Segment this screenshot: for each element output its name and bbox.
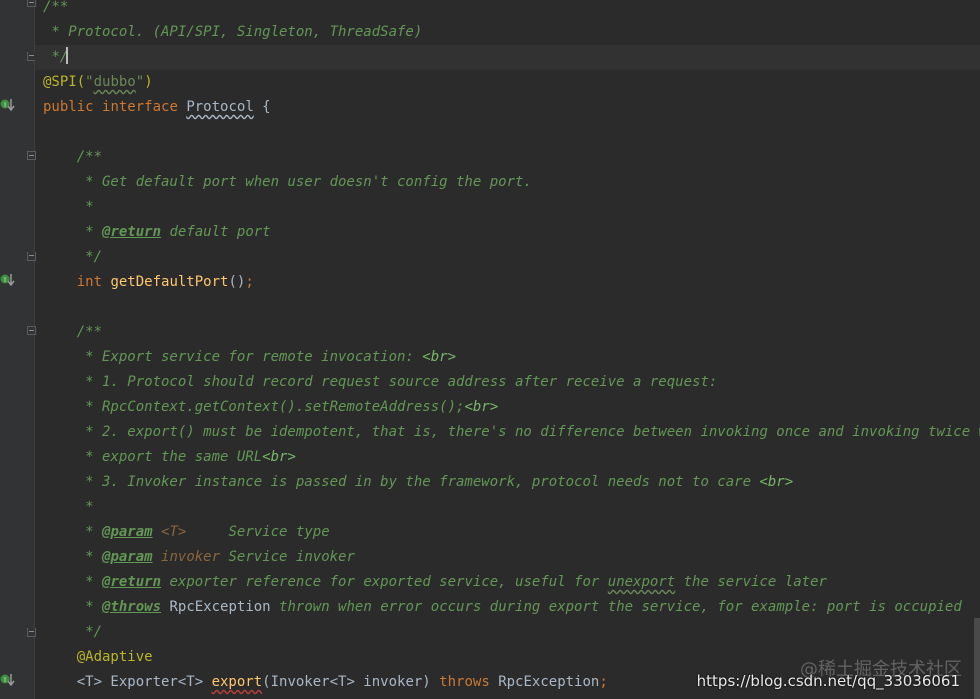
code-token: * [43,574,103,590]
code-token: * RpcContext.getContext().setRemoteAddre… [43,399,465,415]
code-token: { [253,99,271,115]
code-token: */ [43,249,103,265]
code-line[interactable]: * Export service for remote invocation: … [35,345,980,370]
svg-text:I: I [4,276,6,284]
code-token: Service invoker [220,549,355,565]
code-token: dubbo [93,74,136,90]
code-line[interactable]: */ [35,620,980,645]
code-token: export [211,674,263,690]
code-line[interactable]: int getDefaultPort(); [35,270,980,295]
code-token: /** [43,324,103,340]
code-line[interactable]: * Protocol. (API/SPI, Singleton, ThreadS… [35,20,980,45]
code-token: */ [43,624,103,640]
code-token: ) [144,74,153,90]
code-token: * [43,499,94,515]
code-token: @param [102,549,153,565]
code-token: default port [161,224,271,240]
watermark-url: https://blog.csdn.net/qq_33036061 [696,672,960,690]
code-token: * [43,549,103,565]
code-line[interactable]: * [35,495,980,520]
code-token: * Protocol. (API/SPI, Singleton, ThreadS… [43,24,423,40]
code-token: * [43,224,103,240]
code-token: interface [102,99,187,115]
code-token: <T> Exporter<T> [43,674,212,690]
code-token: @Adaptive [43,649,153,665]
code-token: /** [43,0,69,15]
code-token: " [85,74,94,90]
svg-text:I: I [4,101,6,109]
code-token: @SPI( [43,74,86,90]
code-token: Protocol [186,99,254,115]
text-caret [66,47,68,64]
code-token: invoker [161,549,221,565]
code-area[interactable]: /** * Protocol. (API/SPI, Singleton, Thr… [35,0,980,699]
code-token: <br> [759,474,794,490]
code-token: @return [102,224,162,240]
code-token: * [43,199,94,215]
code-line[interactable]: * export the same URL<br> [35,445,980,470]
code-token: (Invoker<T> invoker) [262,674,440,690]
code-line[interactable]: * [35,195,980,220]
code-line[interactable]: /** [35,0,980,20]
code-line[interactable] [35,120,980,145]
implemented-method-icon[interactable]: I [0,673,16,687]
code-token: RpcException [498,674,600,690]
code-line[interactable]: @SPI("dubbo") [35,70,980,95]
code-token: throws [439,674,499,690]
code-line[interactable]: /** [35,320,980,345]
code-line[interactable]: * @param <T> Service type [35,520,980,545]
code-editor[interactable]: I I I /** * Protocol. (API/SPI, Singleto… [0,0,980,699]
code-token: the service later [675,574,827,590]
code-line[interactable]: * @return default port [35,220,980,245]
code-token: */ [43,49,69,65]
code-token: * 1. Protocol should record request sour… [43,374,718,390]
code-token: " [135,74,145,90]
code-token: * export the same URL [43,449,263,465]
code-line[interactable]: * @return exporter reference for exporte… [35,570,980,595]
code-line[interactable]: * @param invoker Service invoker [35,545,980,570]
code-line[interactable]: * RpcContext.getContext().setRemoteAddre… [35,395,980,420]
code-token: public [43,99,103,115]
code-token: /** [43,149,103,165]
code-token: RpcException [169,599,271,615]
code-line[interactable]: * 2. export() must be idempotent, that i… [35,420,980,445]
code-token: <br> [422,349,457,365]
code-token: @param [102,524,153,540]
code-token: exporter reference for exported service,… [161,574,608,590]
code-token: * Export service for remote invocation: [43,349,423,365]
code-token: unexport [607,574,676,590]
implemented-method-icon[interactable]: I [0,273,16,287]
code-line[interactable]: /** [35,145,980,170]
code-token: @throws [102,599,162,615]
code-token: * Get default port when user doesn't con… [43,174,532,190]
code-line[interactable]: * 1. Protocol should record request sour… [35,370,980,395]
code-line[interactable]: public interface Protocol { [35,95,980,120]
code-token: thrown when error occurs during export t… [270,599,962,615]
code-token: int [43,274,111,290]
code-token: * 3. Invoker instance is passed in by th… [43,474,760,490]
implemented-method-icon[interactable]: I [0,98,16,112]
code-token: @return [102,574,162,590]
vertical-scrollbar[interactable] [974,618,980,699]
code-line[interactable] [35,295,980,320]
code-token: Service type [186,524,330,540]
code-line[interactable]: */ [35,45,980,70]
code-token: <br> [464,399,499,415]
code-token: ; [245,274,254,290]
code-token: ; [599,674,608,690]
svg-text:I: I [4,676,6,684]
code-token: getDefaultPort [110,274,229,290]
code-line[interactable]: * @throws RpcException thrown when error… [35,595,980,620]
code-token: * [43,524,103,540]
code-line[interactable]: */ [35,245,980,270]
code-token: <T> [161,524,187,540]
code-token: * [43,599,103,615]
code-token: * 2. export() must be idempotent, that i… [43,424,980,440]
code-token: () [228,274,246,290]
code-line[interactable]: * Get default port when user doesn't con… [35,170,980,195]
code-token: <br> [262,449,296,465]
code-line[interactable]: * 3. Invoker instance is passed in by th… [35,470,980,495]
